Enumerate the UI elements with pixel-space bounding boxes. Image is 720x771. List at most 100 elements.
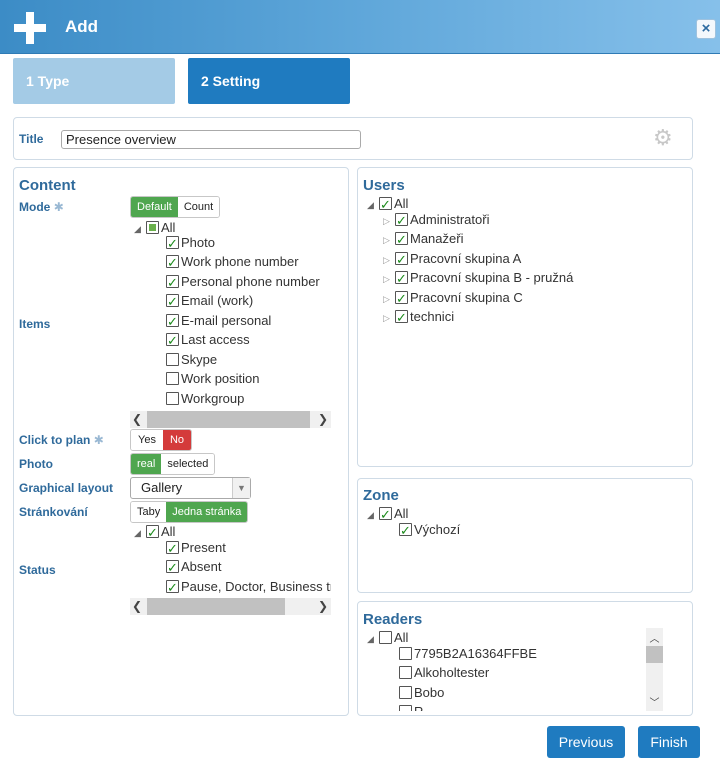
tree-node[interactable]: ▷technici [383, 307, 454, 328]
scroll-right-icon[interactable]: ❯ [318, 411, 328, 428]
step-setting[interactable]: 2 Setting [188, 58, 350, 104]
mode-toggle[interactable]: Default Count [130, 196, 221, 218]
checkbox[interactable] [166, 273, 179, 292]
photo-real-option[interactable]: real [131, 454, 162, 474]
checkbox[interactable] [395, 269, 408, 288]
tree-node[interactable]: Work phone number [166, 252, 299, 272]
tree-node[interactable]: Email (work) [166, 291, 253, 311]
tree-node[interactable]: E-mail personal [166, 311, 271, 331]
checkbox[interactable] [166, 331, 179, 350]
scroll-left-icon[interactable]: ❮ [132, 598, 142, 615]
checkbox[interactable] [166, 372, 179, 385]
checkbox[interactable] [395, 230, 408, 249]
scroll-up-icon[interactable]: ︿ [646, 630, 663, 645]
dialog-title: Add [65, 17, 99, 36]
click-to-plan-no-option[interactable]: No [162, 430, 192, 450]
checkbox[interactable] [399, 647, 412, 660]
expand-arrow-icon[interactable]: ▷ [383, 231, 395, 250]
scroll-right-icon[interactable]: ❯ [318, 598, 328, 615]
tree-node[interactable]: Absent [166, 557, 221, 577]
checkbox[interactable] [166, 253, 179, 272]
mode-count-option[interactable]: Count [177, 197, 220, 217]
photo-toggle[interactable]: real selected [130, 453, 216, 475]
users-header: Users [363, 177, 405, 194]
tree-node[interactable]: ▷Pracovní skupina C [383, 288, 523, 308]
finish-button[interactable]: Finish [638, 726, 700, 758]
asterisk-icon: ✱ [53, 200, 64, 214]
graphical-layout-label: Graphical layout [19, 481, 114, 495]
scroll-down-icon[interactable]: ﹀ [646, 694, 663, 709]
tree-node[interactable]: Workgroup [166, 389, 244, 408]
photo-selected-option[interactable]: selected [161, 454, 215, 474]
checkbox[interactable] [395, 289, 408, 308]
tree-node[interactable]: Present [166, 538, 226, 558]
tree-node[interactable]: Last access [166, 330, 250, 350]
scrollbar-thumb[interactable] [147, 411, 310, 428]
checkbox[interactable] [395, 250, 408, 269]
checkbox[interactable] [166, 292, 179, 311]
collapse-arrow-icon[interactable]: ◢ [134, 524, 146, 543]
checkbox[interactable] [146, 221, 159, 234]
expand-arrow-icon[interactable]: ▷ [383, 309, 395, 328]
tree-node[interactable]: Work position [166, 369, 260, 388]
tree-node[interactable]: ▷Pracovní skupina B - pružná [383, 268, 573, 289]
mode-default-option[interactable]: Default [131, 197, 178, 217]
scroll-left-icon[interactable]: ❮ [132, 411, 142, 428]
strankovani-toggle[interactable]: Taby Jedna stránka [130, 501, 249, 523]
step-type[interactable]: 1 Type [13, 58, 175, 104]
checkbox[interactable] [166, 392, 179, 405]
checkbox[interactable] [379, 631, 392, 644]
checkbox[interactable] [399, 521, 412, 540]
status-horizontal-scrollbar[interactable]: ❮ ❯ [130, 598, 331, 615]
click-to-plan-yes-option[interactable]: Yes [131, 430, 163, 450]
tree-node[interactable]: R [399, 702, 423, 711]
tree-node[interactable]: ▷Pracovní skupina A [383, 249, 521, 269]
items-horizontal-scrollbar[interactable]: ❮ ❯ [130, 411, 331, 428]
checkbox[interactable] [399, 705, 412, 711]
checkbox[interactable] [166, 578, 179, 597]
collapse-arrow-icon[interactable]: ◢ [367, 630, 379, 649]
checkbox[interactable] [395, 211, 408, 230]
dialog-titlebar: Add × [0, 0, 720, 54]
scrollbar-thumb[interactable] [147, 598, 285, 615]
checkbox[interactable] [399, 686, 412, 699]
chevron-down-icon[interactable]: ▼ [232, 478, 250, 498]
title-input[interactable] [61, 130, 361, 149]
checkbox[interactable] [146, 523, 159, 542]
checkbox[interactable] [166, 558, 179, 577]
tree-node[interactable]: 7795B2A16364FFBE [399, 644, 537, 663]
collapse-arrow-icon[interactable]: ◢ [134, 220, 146, 239]
strankovani-label: Stránkování [19, 505, 88, 519]
tree-node[interactable]: Pause, Doctor, Business trip [166, 577, 331, 597]
users-tree: ◢All ▷Administratoři ▷Manažeři ▷Pracovní… [363, 194, 688, 334]
tree-node[interactable]: Photo [166, 233, 215, 253]
expand-arrow-icon[interactable]: ▷ [383, 270, 395, 289]
tree-node[interactable]: ▷Manažeři [383, 229, 463, 250]
tree-node[interactable]: Alkoholtester [399, 663, 489, 682]
collapse-arrow-icon[interactable]: ◢ [367, 506, 379, 525]
checkbox[interactable] [379, 505, 392, 524]
scrollbar-thumb[interactable] [646, 646, 663, 663]
checkbox[interactable] [399, 666, 412, 679]
close-icon[interactable]: × [696, 19, 716, 39]
tree-node[interactable]: Skype [166, 350, 217, 369]
checkbox[interactable] [166, 234, 179, 253]
checkbox[interactable] [379, 195, 392, 214]
gear-icon[interactable]: ⚙ [653, 126, 673, 150]
strankovani-taby-option[interactable]: Taby [131, 502, 167, 522]
readers-vertical-scrollbar[interactable]: ︿ ﹀ [646, 628, 663, 711]
tree-node[interactable]: ▷Administratoři [383, 210, 489, 230]
tree-node[interactable]: Výchozí [399, 520, 460, 540]
checkbox[interactable] [395, 308, 408, 327]
click-to-plan-toggle[interactable]: Yes No [130, 429, 193, 451]
tree-node[interactable]: Personal phone number [166, 272, 320, 292]
previous-button[interactable]: Previous [547, 726, 625, 758]
strankovani-jedna-option[interactable]: Jedna stránka [166, 502, 248, 522]
tree-node[interactable]: Bobo [399, 683, 444, 702]
collapse-arrow-icon[interactable]: ◢ [367, 196, 379, 215]
checkbox[interactable] [166, 312, 179, 331]
readers-tree: ◢ All 7795B2A16364FFBE Alkoholtester Bobo… [363, 628, 646, 711]
graphical-layout-select[interactable]: Gallery ▼ [130, 477, 251, 499]
checkbox[interactable] [166, 353, 179, 366]
checkbox[interactable] [166, 539, 179, 558]
